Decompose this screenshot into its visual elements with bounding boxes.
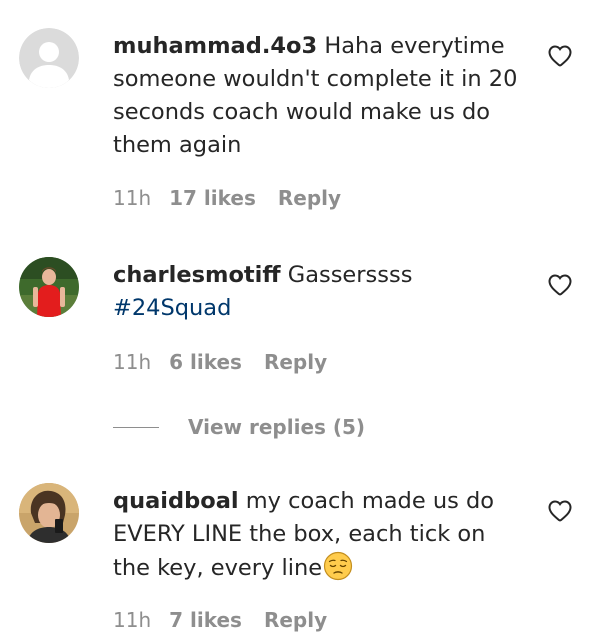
- heart-icon[interactable]: [548, 45, 572, 67]
- reply-button[interactable]: Reply: [264, 350, 327, 374]
- view-replies-label[interactable]: View replies (5): [188, 415, 365, 439]
- replies-divider-line: [113, 426, 159, 428]
- comment-username[interactable]: quaidboal: [113, 488, 239, 514]
- comment-text: charlesmotiff Gasserssss #24Squad: [113, 259, 523, 325]
- comment-meta: 11h 7 likes Reply: [113, 608, 327, 632]
- comment-timestamp[interactable]: 11h: [113, 608, 151, 632]
- view-replies-button[interactable]: View replies (5): [113, 412, 365, 442]
- comment-username[interactable]: charlesmotiff: [113, 262, 281, 288]
- comment-meta: 11h 6 likes Reply: [113, 350, 327, 374]
- comment-body: Gasserssss: [287, 262, 413, 288]
- comment-timestamp[interactable]: 11h: [113, 186, 151, 210]
- comment-text: quaidboal my coach made us do EVERY LINE…: [113, 485, 523, 585]
- default-avatar-icon[interactable]: [19, 28, 79, 88]
- reply-button[interactable]: Reply: [278, 186, 341, 210]
- reply-button[interactable]: Reply: [264, 608, 327, 632]
- comment-username[interactable]: muhammad.4o3: [113, 33, 317, 59]
- hashtag-link[interactable]: #24Squad: [113, 295, 231, 321]
- comment-likes[interactable]: 17 likes: [169, 186, 256, 210]
- pensive-face-emoji: [323, 551, 353, 581]
- heart-icon[interactable]: [548, 274, 572, 296]
- user-photo-avatar[interactable]: [19, 257, 79, 317]
- heart-icon[interactable]: [548, 500, 572, 522]
- comment-text: muhammad.4o3 Haha everytime someone woul…: [113, 30, 523, 162]
- comment-timestamp[interactable]: 11h: [113, 350, 151, 374]
- user-photo-avatar[interactable]: [19, 483, 79, 543]
- comment-meta: 11h 17 likes Reply: [113, 186, 341, 210]
- comment-likes[interactable]: 7 likes: [169, 608, 242, 632]
- comment-likes[interactable]: 6 likes: [169, 350, 242, 374]
